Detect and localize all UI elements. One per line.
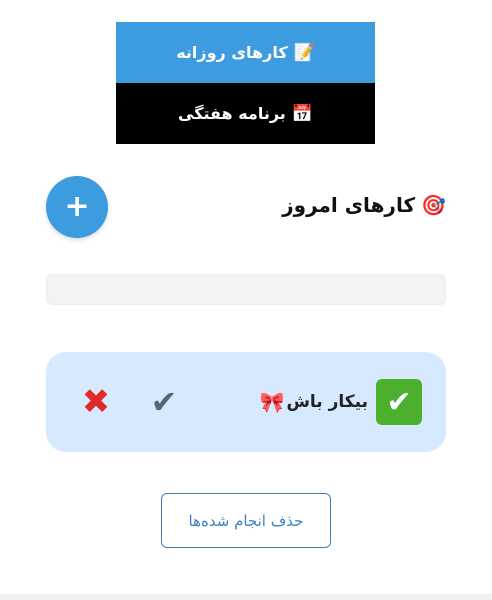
- mark-done-button[interactable]: ✔: [144, 382, 184, 422]
- task-text: بیکار باش: [286, 392, 368, 412]
- memo-icon: 📝: [293, 42, 315, 63]
- clear-completed-label: حذف انجام شده‌ها: [188, 511, 304, 530]
- page-title: 🎯 کارهای امروز: [282, 193, 446, 217]
- tab-weekly-schedule[interactable]: 📅 برنامه هفتگی: [116, 83, 375, 144]
- page-title-text: کارهای امروز: [282, 193, 416, 217]
- new-task-input[interactable]: [46, 274, 446, 305]
- bottom-divider: [0, 594, 492, 600]
- checkmark-icon: ✔: [376, 379, 422, 425]
- delete-task-button[interactable]: ✖: [76, 382, 116, 422]
- target-icon: 🎯: [421, 193, 446, 217]
- ribbon-icon: 🎀: [259, 390, 285, 414]
- clear-completed-button[interactable]: حذف انجام شده‌ها: [161, 493, 331, 548]
- plus-icon: +: [64, 189, 90, 224]
- calendar-icon: 📅: [291, 103, 313, 124]
- close-icon: ✖: [81, 382, 111, 422]
- tab-daily-label: کارهای روزانه: [176, 43, 288, 62]
- task-label: بیکار باش 🎀: [260, 390, 368, 414]
- tab-daily-tasks[interactable]: 📝 کارهای روزانه: [116, 22, 375, 83]
- task-item: ✔ بیکار باش 🎀 ✔ ✖: [46, 352, 446, 452]
- header-row: 🎯 کارهای امروز +: [46, 176, 446, 238]
- tab-weekly-label: برنامه هفتگی: [178, 104, 286, 123]
- add-task-button[interactable]: +: [46, 176, 108, 238]
- check-icon: ✔: [150, 383, 178, 421]
